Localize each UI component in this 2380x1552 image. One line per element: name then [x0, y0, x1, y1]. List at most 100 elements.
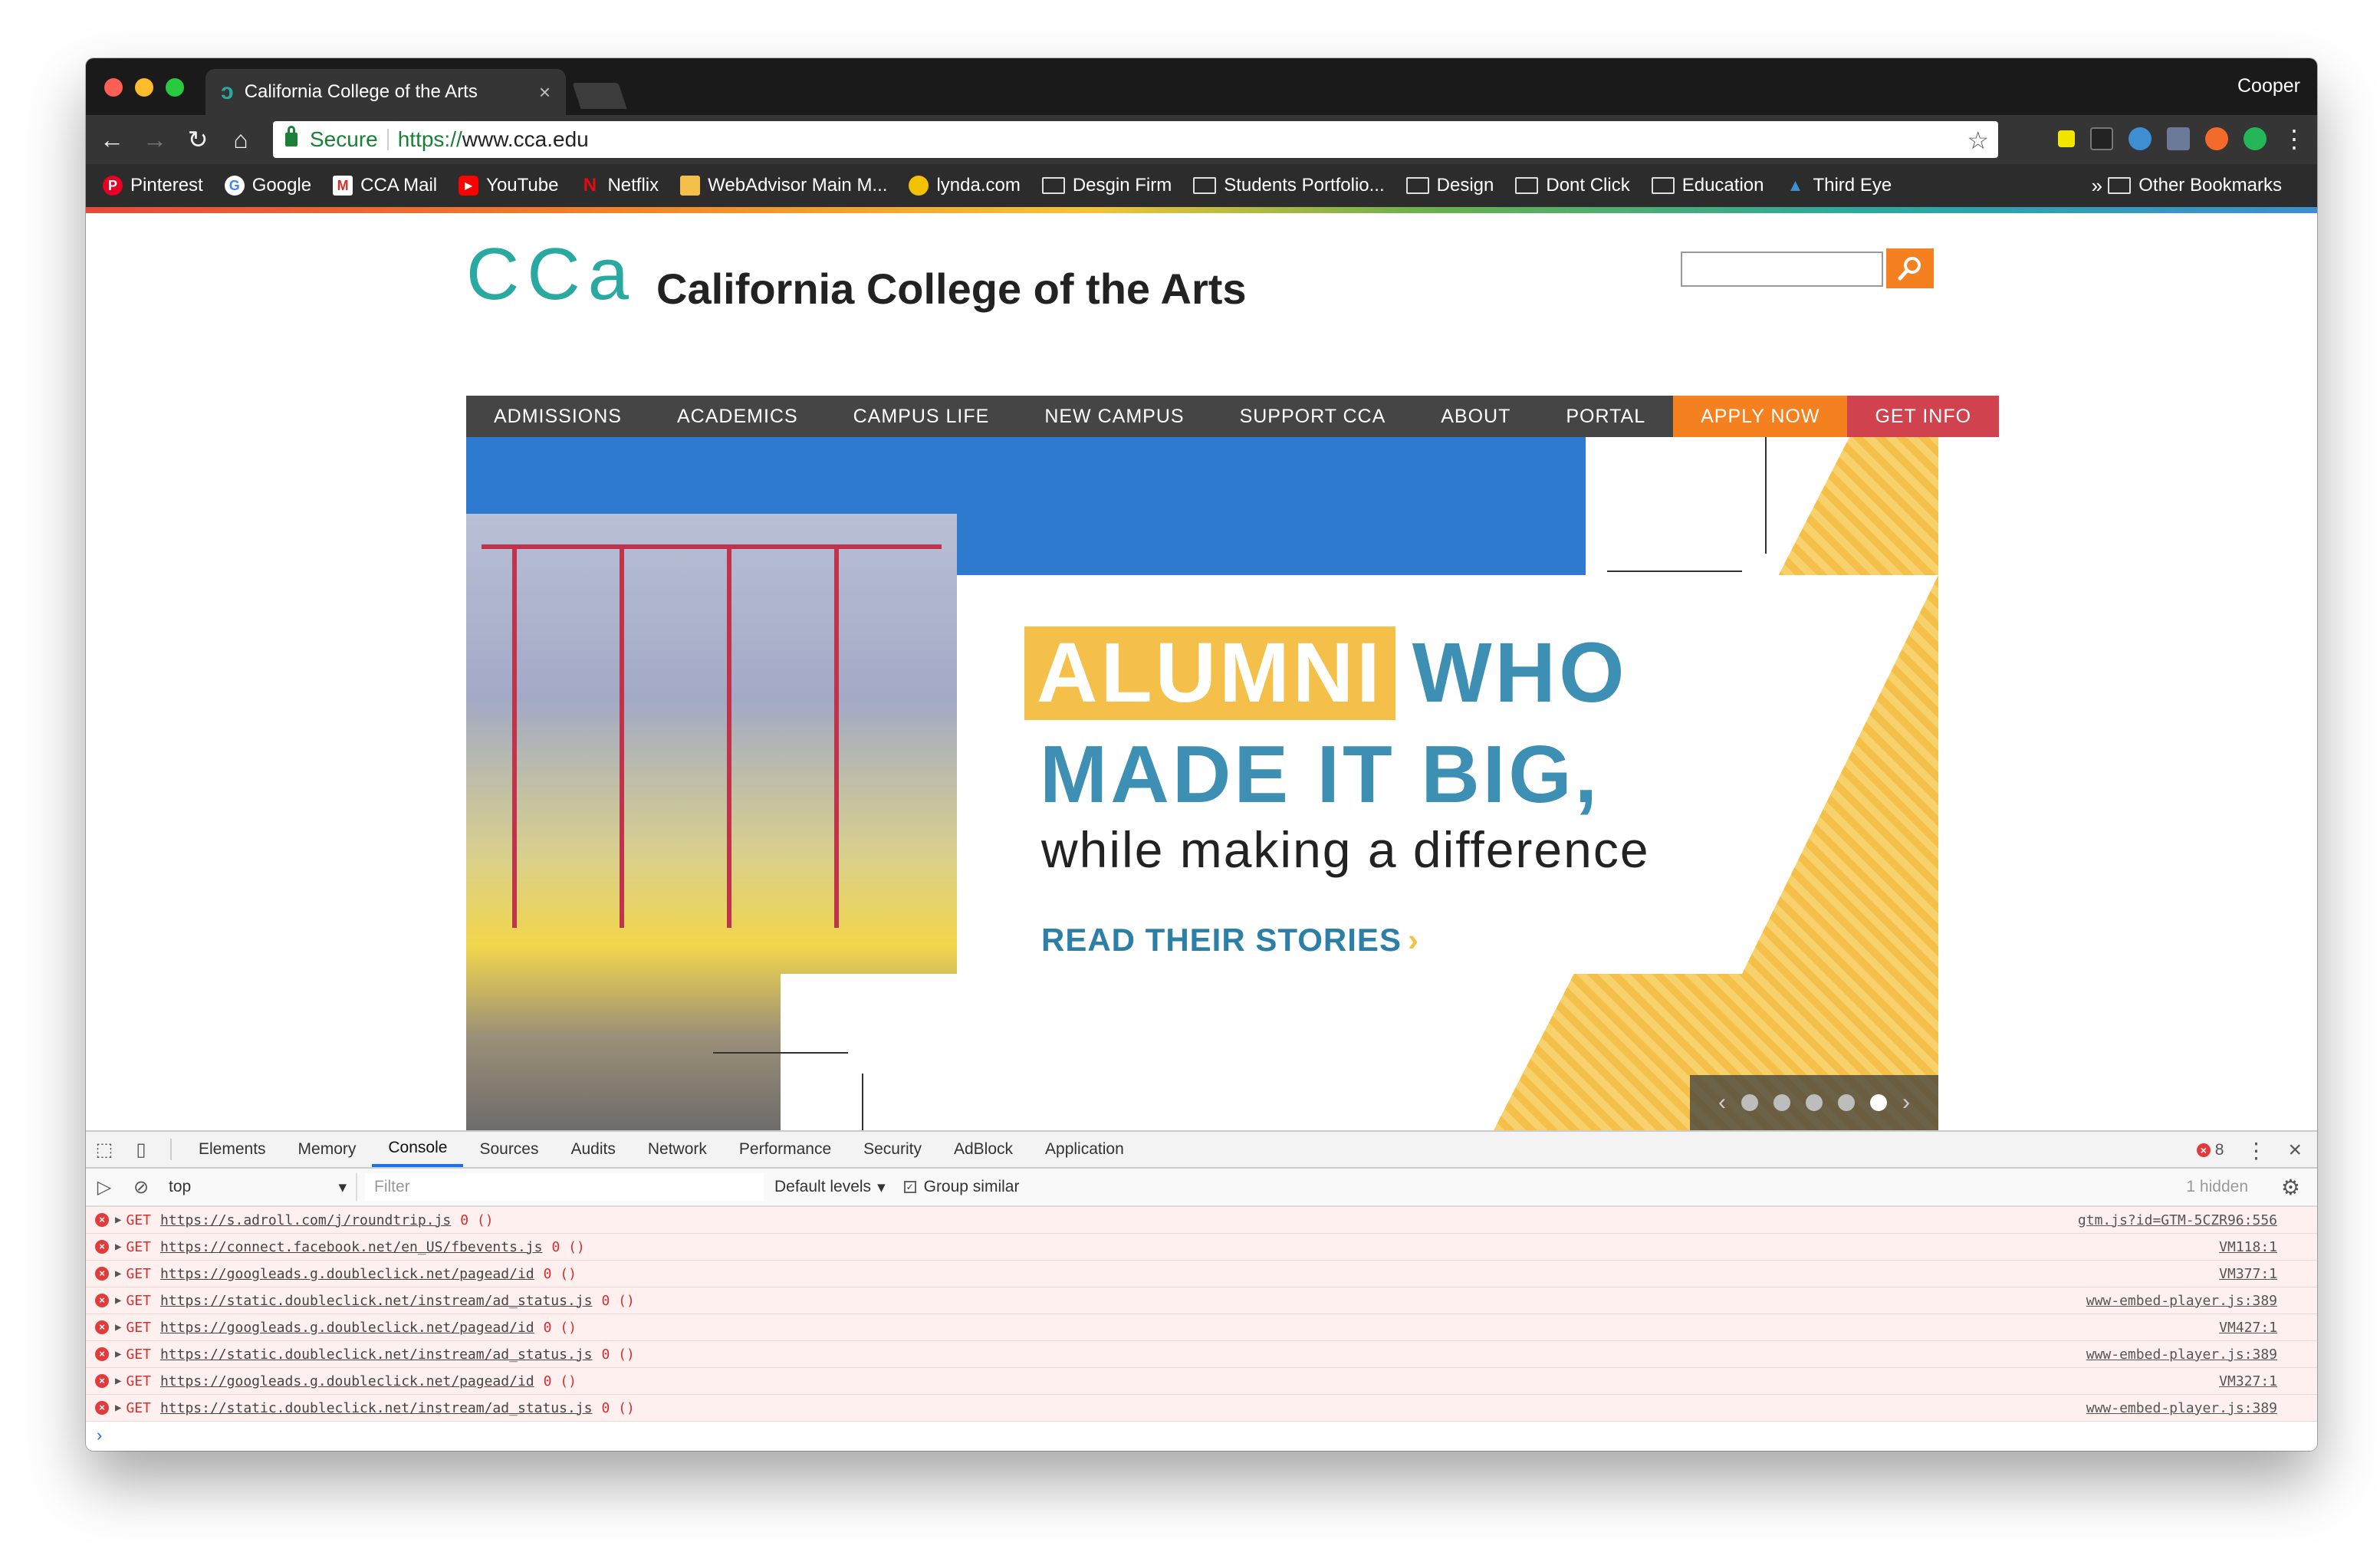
request-url[interactable]: https://static.doubleclick.net/instream/… — [160, 1400, 593, 1416]
devtools-menu-icon[interactable]: ⋮ — [2245, 1138, 2267, 1163]
devtools-tab-elements[interactable]: Elements — [182, 1132, 282, 1167]
nav-portal[interactable]: PORTAL — [1538, 396, 1673, 437]
source-link[interactable]: gtm.js?id=GTM-5CZR96:556 — [2078, 1212, 2277, 1228]
request-url[interactable]: https://s.adroll.com/j/roundtrip.js — [160, 1212, 451, 1228]
dots-extension-icon[interactable] — [2167, 127, 2190, 150]
bookmark-star-icon[interactable]: ☆ — [1967, 126, 1989, 155]
bookmarks-overflow-icon[interactable]: » — [2092, 174, 2102, 198]
devtools-tab-sources[interactable]: Sources — [463, 1132, 554, 1167]
bookmark-lynda[interactable]: lynda.com — [909, 175, 1021, 196]
group-similar-checkbox[interactable]: ✓ — [903, 1181, 916, 1193]
devtools-tab-adblock[interactable]: AdBlock — [938, 1132, 1029, 1167]
slider-next-icon[interactable]: › — [1902, 1090, 1910, 1116]
devtools-tab-application[interactable]: Application — [1029, 1132, 1140, 1167]
console-settings-gear-icon[interactable]: ⚙ — [2281, 1175, 2300, 1200]
cca-logo[interactable]: CCa — [466, 238, 636, 311]
device-toolbar-icon[interactable]: ▯ — [123, 1139, 159, 1161]
console-error-row[interactable]: × ▶ GET https://static.doubleclick.net/in… — [86, 1395, 2317, 1422]
bookmark-folder-students-portfolio[interactable]: Students Portfolio... — [1193, 175, 1385, 196]
slider-dot[interactable] — [1806, 1094, 1823, 1111]
address-bar[interactable]: Secure https:// www.cca.edu ☆ — [273, 121, 1998, 158]
nav-campus-life[interactable]: CAMPUS LIFE — [826, 396, 1017, 437]
bookmark-youtube[interactable]: ▶ YouTube — [459, 175, 558, 196]
close-window-button[interactable] — [104, 78, 123, 97]
bookmark-folder-desgin-firm[interactable]: Desgin Firm — [1041, 175, 1172, 196]
keep-extension-icon[interactable] — [2058, 130, 2075, 147]
get-info-button[interactable]: GET INFO — [1847, 396, 2000, 437]
apply-now-button[interactable]: APPLY NOW — [1673, 396, 1848, 437]
bookmark-folder-dont-click[interactable]: Dont Click — [1515, 175, 1630, 196]
console-error-row[interactable]: × ▶ GET https://connect.facebook.net/en_U… — [86, 1234, 2317, 1261]
chrome-menu-icon[interactable]: ⋮ — [2282, 124, 2306, 153]
forward-icon[interactable]: → — [133, 126, 176, 154]
source-link[interactable]: www-embed-player.js:389 — [2086, 1400, 2277, 1416]
devtools-tab-performance[interactable]: Performance — [723, 1132, 847, 1167]
slider-dot-active[interactable] — [1870, 1094, 1887, 1111]
console-error-row[interactable]: × ▶ GET https://googleads.g.doubleclick.n… — [86, 1261, 2317, 1287]
context-select[interactable]: top ▾ — [159, 1173, 357, 1201]
devtools-tab-security[interactable]: Security — [847, 1132, 938, 1167]
nav-support-cca[interactable]: SUPPORT CCA — [1212, 396, 1414, 437]
expand-triangle-icon[interactable]: ▶ — [115, 1241, 121, 1253]
console-sidebar-icon[interactable]: ▷ — [86, 1176, 123, 1199]
slider-dot[interactable] — [1773, 1094, 1790, 1111]
site-search-button[interactable] — [1886, 248, 1934, 288]
source-link[interactable]: VM118:1 — [2219, 1239, 2277, 1255]
green-extension-icon[interactable] — [2244, 127, 2267, 150]
new-tab-button[interactable] — [572, 83, 627, 109]
expand-triangle-icon[interactable]: ▶ — [115, 1402, 121, 1414]
site-search-input[interactable] — [1681, 252, 1883, 287]
reload-icon[interactable]: ↻ — [176, 125, 219, 154]
slider-dot[interactable] — [1741, 1094, 1758, 1111]
site-title[interactable]: California College of the Arts — [656, 264, 1247, 314]
source-link[interactable]: www-embed-player.js:389 — [2086, 1293, 2277, 1309]
expand-triangle-icon[interactable]: ▶ — [115, 1214, 121, 1226]
minimize-window-button[interactable] — [135, 78, 153, 97]
bookmark-netflix[interactable]: N Netflix — [580, 175, 659, 196]
source-link[interactable]: www-embed-player.js:389 — [2086, 1346, 2277, 1363]
bookmark-google[interactable]: G Google — [224, 175, 311, 196]
request-url[interactable]: https://googleads.g.doubleclick.net/page… — [160, 1320, 534, 1336]
slider-prev-icon[interactable]: ‹ — [1718, 1090, 1726, 1116]
nav-academics[interactable]: ACADEMICS — [649, 396, 826, 437]
back-icon[interactable]: ← — [90, 126, 133, 154]
home-icon[interactable]: ⌂ — [219, 126, 262, 154]
error-count-badge[interactable]: × 8 — [2196, 1141, 2224, 1159]
console-error-row[interactable]: × ▶ GET https://googleads.g.doubleclick.n… — [86, 1368, 2317, 1395]
bookmark-webadvisor[interactable]: WebAdvisor Main M... — [680, 175, 887, 196]
expand-triangle-icon[interactable]: ▶ — [115, 1348, 121, 1360]
ninja-extension-icon[interactable] — [2090, 127, 2113, 150]
log-levels-select[interactable]: Default levels ▾ — [774, 1178, 886, 1197]
nav-new-campus[interactable]: NEW CAMPUS — [1017, 396, 1211, 437]
devtools-close-icon[interactable]: × — [2288, 1137, 2302, 1163]
devtools-tab-console[interactable]: Console — [372, 1132, 464, 1167]
expand-triangle-icon[interactable]: ▶ — [115, 1268, 121, 1280]
read-their-stories-link[interactable]: READ THEIR STORIES › — [1041, 922, 1419, 958]
nav-about[interactable]: ABOUT — [1413, 396, 1538, 437]
console-filter-input[interactable]: Filter — [365, 1173, 764, 1201]
console-error-row[interactable]: × ▶ GET https://s.adroll.com/j/roundtrip.… — [86, 1207, 2317, 1234]
hero-banner[interactable]: ALUMNI WHO MADE IT BIG, while making a d… — [466, 437, 1938, 1130]
browser-tab[interactable]: ↄ California College of the Arts × — [205, 69, 566, 115]
bookmark-folder-education[interactable]: Education — [1651, 175, 1764, 196]
bookmark-other-bookmarks[interactable]: Other Bookmarks — [2108, 175, 2282, 196]
tab-close-icon[interactable]: × — [539, 81, 551, 104]
infinity-extension-icon[interactable] — [2205, 127, 2228, 150]
expand-triangle-icon[interactable]: ▶ — [115, 1321, 121, 1333]
bookmark-pinterest[interactable]: P Pinterest — [103, 175, 203, 196]
request-url[interactable]: https://static.doubleclick.net/instream/… — [160, 1293, 593, 1309]
source-link[interactable]: VM327:1 — [2219, 1373, 2277, 1389]
devtools-tab-memory[interactable]: Memory — [282, 1132, 373, 1167]
bookmark-cca-mail[interactable]: M CCA Mail — [333, 175, 437, 196]
nav-admissions[interactable]: ADMISSIONS — [466, 396, 649, 437]
clear-console-icon[interactable]: ⊘ — [123, 1176, 159, 1199]
console-prompt[interactable]: › — [86, 1422, 2317, 1448]
request-url[interactable]: https://googleads.g.doubleclick.net/page… — [160, 1373, 534, 1389]
expand-triangle-icon[interactable]: ▶ — [115, 1294, 121, 1307]
compass-extension-icon[interactable] — [2129, 127, 2152, 150]
expand-triangle-icon[interactable]: ▶ — [115, 1375, 121, 1387]
maximize-window-button[interactable] — [166, 78, 184, 97]
slider-dot[interactable] — [1838, 1094, 1855, 1111]
profile-name[interactable]: Cooper — [2237, 75, 2300, 97]
console-error-row[interactable]: × ▶ GET https://static.doubleclick.net/in… — [86, 1287, 2317, 1314]
